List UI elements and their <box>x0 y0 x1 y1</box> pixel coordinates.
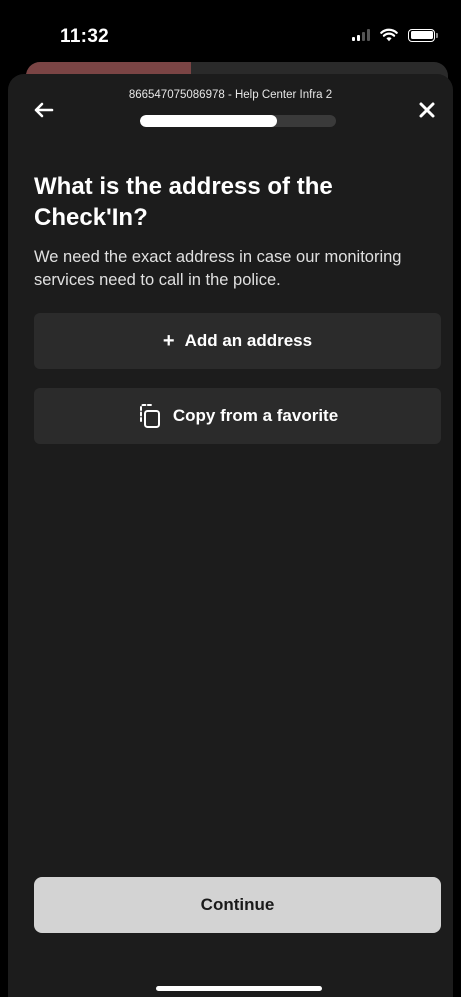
header-subtitle: 866547075086978 - Help Center Infra 2 <box>128 89 333 101</box>
copy-from-favorite-button[interactable]: Copy from a favorite <box>34 388 441 444</box>
modal-sheet: 866547075086978 - Help Center Infra 2 Wh… <box>8 74 453 997</box>
status-icons <box>352 28 438 42</box>
add-address-label: Add an address <box>184 331 313 350</box>
plus-icon: + <box>162 330 175 352</box>
battery-icon <box>408 28 438 42</box>
status-time: 11:32 <box>60 26 110 47</box>
copy-from-favorite-label: Copy from a favorite <box>172 406 339 425</box>
close-icon <box>419 102 435 118</box>
copy-icon <box>139 404 160 428</box>
page-title: What is the address of the Check'In? <box>34 173 333 231</box>
progress-bar-fill <box>140 115 278 127</box>
page-description: We need the exact address in case our mo… <box>34 248 402 289</box>
continue-label: Continue <box>200 895 275 914</box>
cellular-signal-icon <box>352 29 370 41</box>
wifi-icon <box>380 28 398 42</box>
home-indicator <box>156 986 322 991</box>
close-button[interactable] <box>413 96 441 124</box>
add-address-button[interactable]: + Add an address <box>34 313 441 369</box>
progress-bar <box>140 115 336 127</box>
continue-button[interactable]: Continue <box>34 877 441 933</box>
